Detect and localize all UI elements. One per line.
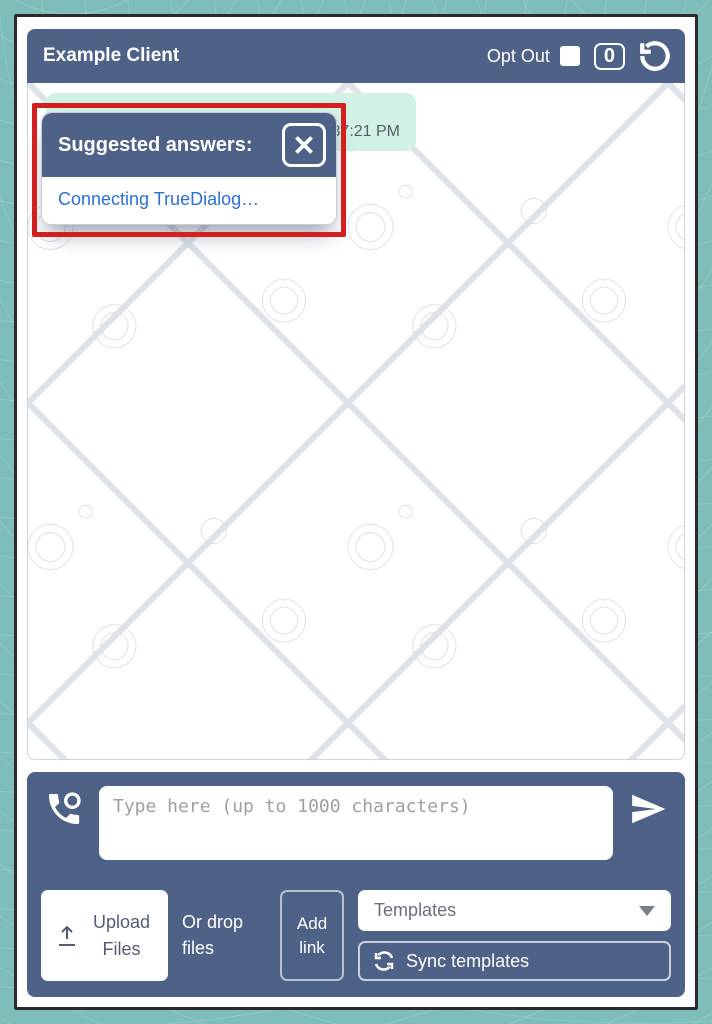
popup-title: Suggested answers: bbox=[58, 134, 253, 157]
add-link-label: Add link bbox=[282, 912, 342, 960]
composer: Upload Files Or drop files Add link Temp… bbox=[27, 772, 685, 997]
templates-dropdown[interactable]: Templates bbox=[358, 890, 671, 931]
opt-out-group: Opt Out bbox=[487, 46, 580, 67]
add-link-button[interactable]: Add link bbox=[280, 890, 344, 981]
client-name: Example Client bbox=[43, 45, 179, 67]
phone-icon bbox=[44, 789, 84, 829]
sync-label: Sync templates bbox=[406, 951, 529, 972]
send-icon bbox=[629, 790, 667, 828]
upload-files-button[interactable]: Upload Files bbox=[41, 890, 168, 981]
opt-out-checkbox[interactable] bbox=[560, 46, 580, 66]
close-icon bbox=[291, 132, 317, 158]
chat-header: Example Client Opt Out 0 bbox=[27, 29, 685, 83]
popup-body: Connecting TrueDialog… bbox=[42, 177, 336, 224]
popup-close-button[interactable] bbox=[282, 123, 326, 167]
refresh-icon bbox=[638, 39, 672, 73]
message-input[interactable] bbox=[99, 786, 613, 860]
unread-badge: 0 bbox=[594, 43, 625, 70]
refresh-button[interactable] bbox=[635, 36, 675, 76]
templates-label: Templates bbox=[374, 900, 456, 921]
upload-icon bbox=[55, 924, 79, 948]
chevron-down-icon bbox=[639, 906, 655, 916]
sync-icon bbox=[372, 949, 396, 973]
app-frame: Example Client Opt Out 0 1:37:21 PM bbox=[14, 14, 698, 1010]
call-button[interactable] bbox=[41, 786, 87, 832]
send-button[interactable] bbox=[625, 786, 671, 832]
opt-out-label: Opt Out bbox=[487, 46, 550, 67]
suggested-answers-popup: Suggested answers: Connecting TrueDialog… bbox=[41, 112, 337, 225]
upload-label: Upload Files bbox=[93, 909, 150, 963]
popup-header: Suggested answers: bbox=[42, 113, 336, 177]
sync-templates-button[interactable]: Sync templates bbox=[358, 941, 671, 981]
drop-files-label: Or drop files bbox=[182, 910, 266, 960]
suggested-answer-link[interactable]: Connecting TrueDialog… bbox=[58, 189, 259, 209]
